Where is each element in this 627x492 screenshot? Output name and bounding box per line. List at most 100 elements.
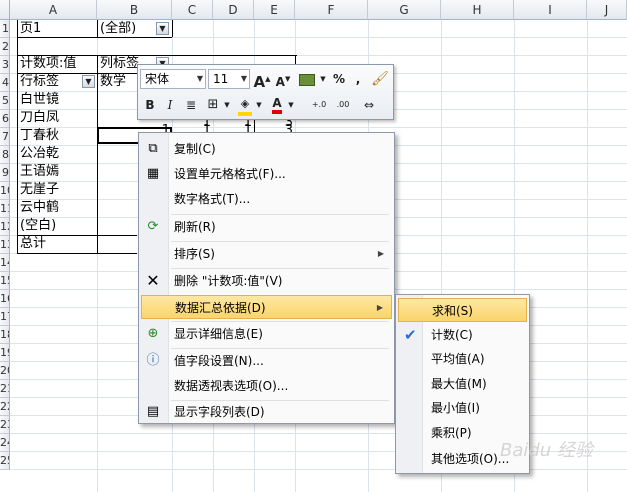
cell-b3[interactable]: 列标签 [100, 55, 139, 73]
font-size-combo[interactable]: 11 ▼ [208, 69, 250, 89]
row-header-25[interactable]: 25 [0, 452, 10, 470]
column-header-f[interactable]: F [295, 0, 368, 20]
cell-a3[interactable]: 计数项:值 [20, 55, 76, 73]
column-header-g[interactable]: G [368, 0, 441, 20]
bold-button[interactable]: B [142, 95, 158, 115]
percent-style-button[interactable]: % [330, 69, 348, 89]
row-header-19[interactable]: 19 [0, 344, 10, 362]
center-align-button[interactable]: ≣ [182, 95, 200, 115]
refresh-icon: ⟳ [147, 219, 159, 234]
chevron-down-icon[interactable]: ▼ [318, 69, 328, 89]
row-header-7[interactable]: 7 [0, 128, 10, 146]
row-header-17[interactable]: 17 [0, 308, 10, 326]
column-header-h[interactable]: H [441, 0, 514, 20]
column-header-e[interactable]: E [254, 0, 295, 20]
menu-item-format-cells[interactable]: ▦ 设置单元格格式(F)... [141, 162, 392, 186]
chevron-down-icon[interactable]: ▼ [222, 95, 232, 115]
menu-item-delete[interactable]: ✕ 删除 "计数项:值"(V) [141, 269, 392, 293]
row-header-24[interactable]: 24 [0, 434, 10, 452]
row-header-5[interactable]: 5 [0, 92, 10, 110]
row-header-23[interactable]: 23 [0, 416, 10, 434]
submenu-item-max[interactable]: 最大值(M) [398, 372, 527, 396]
column-header-a[interactable]: A [10, 0, 97, 20]
row-header-21[interactable]: 21 [0, 380, 10, 398]
cell-a12[interactable]: (空白) [20, 217, 56, 235]
shrink-font-button[interactable]: A▼ [274, 69, 292, 89]
increase-decimal-button[interactable]: +.0 [308, 95, 330, 115]
cell-a5[interactable]: 白世镜 [20, 91, 59, 109]
currency-format-button[interactable] [296, 69, 318, 89]
page-filter-dropdown[interactable]: ▼ [156, 22, 169, 35]
column-header-d[interactable]: D [213, 0, 254, 20]
menu-item-show-field-list[interactable]: ▤ 显示字段列表(D) [141, 400, 392, 424]
grow-font-button[interactable]: A▲ [253, 69, 271, 91]
cell-b1[interactable]: (全部) [100, 20, 136, 38]
borders-button[interactable]: ⊞ [204, 95, 222, 115]
chevron-down-icon[interactable]: ▼ [254, 95, 264, 115]
row-header-4[interactable]: 4 [0, 74, 10, 92]
menu-item-refresh[interactable]: ⟳ 刷新(R) [141, 215, 392, 239]
cell-a11[interactable]: 云中鹤 [20, 199, 59, 217]
chevron-down-icon: ▼ [159, 24, 166, 33]
submenu-arrow-icon: ▶ [376, 303, 383, 312]
cell-a13[interactable]: 总计 [20, 235, 46, 253]
menu-item-show-details[interactable]: ⊕ 显示详细信息(E) [141, 322, 392, 346]
submenu-item-sum[interactable]: 求和(S) [398, 298, 527, 322]
cell-a6[interactable]: 刀白凤 [20, 109, 59, 127]
row-header-13[interactable]: 13 [0, 236, 10, 254]
row-header-9[interactable]: 9 [0, 164, 10, 182]
menu-item-value-field-settings[interactable]: ⓘ 值字段设置(N)... [141, 349, 392, 373]
submenu-item-average[interactable]: 平均值(A) [398, 347, 527, 371]
cell-b4[interactable]: 数学 [100, 73, 126, 91]
cell-e7[interactable]: 3 [254, 122, 293, 132]
row-header-22[interactable]: 22 [0, 398, 10, 416]
format-painter-button[interactable]: 🖌 [370, 69, 390, 89]
font-color-button[interactable]: A [268, 93, 286, 114]
cell-a1[interactable]: 页1 [20, 20, 41, 38]
row-header-15[interactable]: 15 [0, 272, 10, 290]
cell-d7[interactable]: 1 [213, 122, 252, 132]
menu-item-pivot-options[interactable]: 数据透视表选项(O)... [141, 374, 392, 398]
column-header-b[interactable]: B [97, 0, 172, 20]
cell-a4[interactable]: 行标签 [20, 73, 59, 91]
cell-a7[interactable]: 丁春秋 [20, 127, 59, 145]
submenu-item-count[interactable]: ✔ 计数(C) [398, 323, 527, 347]
row-header-11[interactable]: 11 [0, 200, 10, 218]
menu-item-number-format[interactable]: 数字格式(T)... [141, 187, 392, 211]
row-header-18[interactable]: 18 [0, 326, 10, 344]
fill-color-icon: ◈ [238, 98, 252, 116]
row-header-10[interactable]: 10 [0, 182, 10, 200]
row-label-dropdown[interactable]: ▼ [82, 75, 95, 88]
fill-color-button[interactable]: ◈ [236, 93, 254, 116]
cell-b7[interactable]: 1 [97, 122, 170, 132]
chevron-down-icon[interactable]: ▼ [286, 95, 296, 115]
comma-style-button[interactable]: , [350, 69, 366, 89]
cell-c7[interactable]: 1 [172, 122, 211, 132]
row-header-16[interactable]: 16 [0, 290, 10, 308]
row-header-12[interactable]: 12 [0, 218, 10, 236]
cell-a10[interactable]: 无崖子 [20, 181, 59, 199]
decrease-decimal-button[interactable]: .00 [332, 95, 354, 115]
select-all-corner[interactable] [0, 0, 10, 20]
row-header-20[interactable]: 20 [0, 362, 10, 380]
row-header-14[interactable]: 14 [0, 254, 10, 272]
cell-a8[interactable]: 公冶乾 [20, 145, 59, 163]
italic-button[interactable]: I [162, 95, 178, 115]
column-header-i[interactable]: I [514, 0, 587, 20]
merge-center-button[interactable]: ⇔ [358, 95, 380, 115]
menu-item-copy[interactable]: ⧉ 复制(C) [141, 137, 392, 161]
decrease-decimal-icon: .00 [336, 100, 350, 109]
row-header-1[interactable]: 1 [0, 20, 10, 38]
menu-item-summarize-by[interactable]: 数据汇总依据(D) ▶ [141, 295, 392, 319]
row-header-2[interactable]: 2 [0, 38, 10, 56]
font-name-combo[interactable]: 宋体 ▼ [140, 69, 206, 89]
row-header-6[interactable]: 6 [0, 110, 10, 128]
column-header-j[interactable]: J [587, 0, 627, 20]
column-header-c[interactable]: C [172, 0, 213, 20]
row-header-8[interactable]: 8 [0, 146, 10, 164]
row-header-3[interactable]: 3 [0, 56, 10, 74]
cell-a9[interactable]: 王语嫣 [20, 163, 59, 181]
menu-item-sort[interactable]: 排序(S) ▶ [141, 242, 392, 266]
submenu-item-min[interactable]: 最小值(I) [398, 396, 527, 420]
align-center-icon: ≣ [185, 98, 197, 112]
